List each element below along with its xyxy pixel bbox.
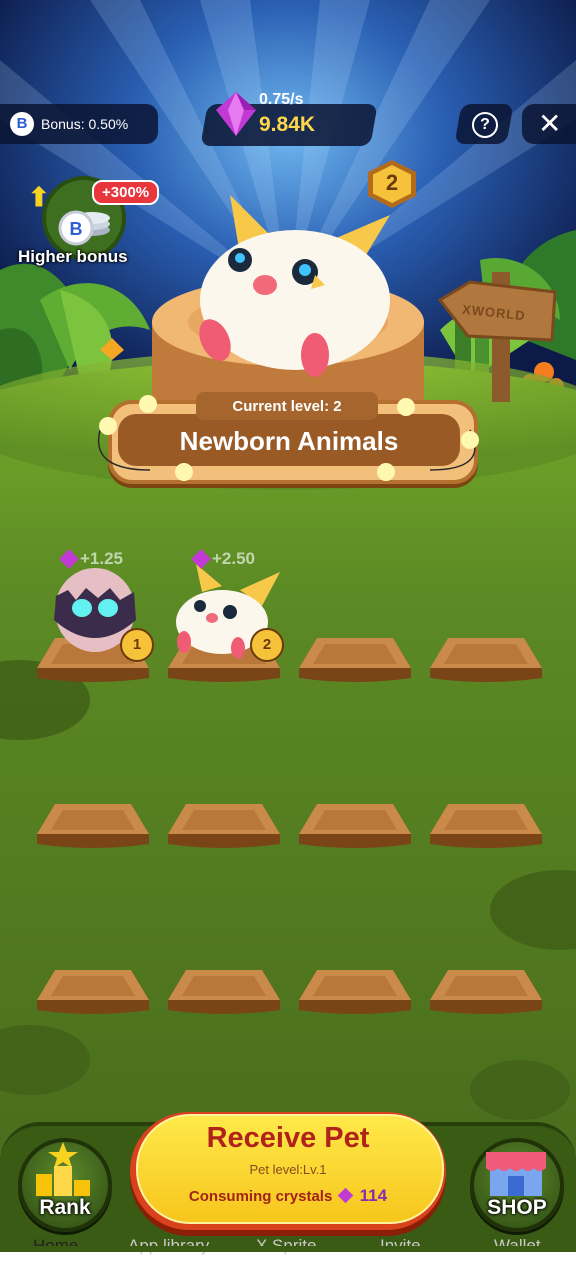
bonus-percent-badge: +300% (92, 180, 160, 205)
pet-level-label: Pet level:Lv.1 (249, 1162, 327, 1177)
banner-lights (97, 395, 479, 481)
pet-slot[interactable] (426, 634, 546, 686)
coin-icon: B (10, 112, 34, 136)
shop-label: SHOP (487, 1196, 547, 1219)
pet-slot[interactable] (426, 966, 546, 1018)
crystal-icon (216, 92, 256, 136)
pet-slot[interactable] (164, 800, 284, 852)
shop-icon (486, 1152, 546, 1196)
question-icon: ? (472, 112, 498, 138)
slot-yield: +1.25 (80, 549, 124, 568)
close-icon: ✕ (538, 108, 562, 139)
crystal-rate: 0.75/s (259, 91, 304, 108)
featured-pet[interactable] (190, 185, 400, 385)
higher-bonus-label: Higher bonus (18, 247, 128, 266)
pet-slot[interactable] (426, 800, 546, 852)
pet-slot[interactable] (295, 800, 415, 852)
consume-row: Consuming crystals 114 (130, 1186, 446, 1206)
receive-pet-title: Receive Pet (206, 1122, 370, 1154)
bonus-pill[interactable]: B Bonus: 0.50% (0, 104, 158, 144)
pet-slot[interactable] (295, 966, 415, 1018)
bonus-label: Bonus: 0.50% (41, 116, 129, 132)
slot-yield: +2.50 (212, 549, 256, 568)
level-badge-number: 2 (385, 170, 399, 195)
pet-slot[interactable] (33, 966, 153, 1018)
crystal-icon-small (338, 1187, 354, 1204)
svg-text:B: B (70, 219, 83, 239)
trophy-icon (36, 1142, 90, 1196)
crystal-amount: 9.84K (259, 113, 316, 136)
nav-overlap-cover (0, 1246, 576, 1252)
pet-slot[interactable] (164, 966, 284, 1018)
pet-slot[interactable] (295, 634, 415, 686)
consume-label: Consuming crystals (188, 1188, 333, 1205)
consume-value: 114 (359, 1186, 388, 1205)
slot-level-badge: 2 (250, 628, 284, 662)
pet-slot[interactable] (33, 800, 153, 852)
slot-level: 1 (132, 636, 142, 653)
rank-label: Rank (39, 1196, 91, 1219)
arrow-up-icon: ⬆ (28, 182, 50, 212)
slot-level-badge: 1 (120, 628, 154, 662)
slot-level: 2 (262, 636, 272, 653)
